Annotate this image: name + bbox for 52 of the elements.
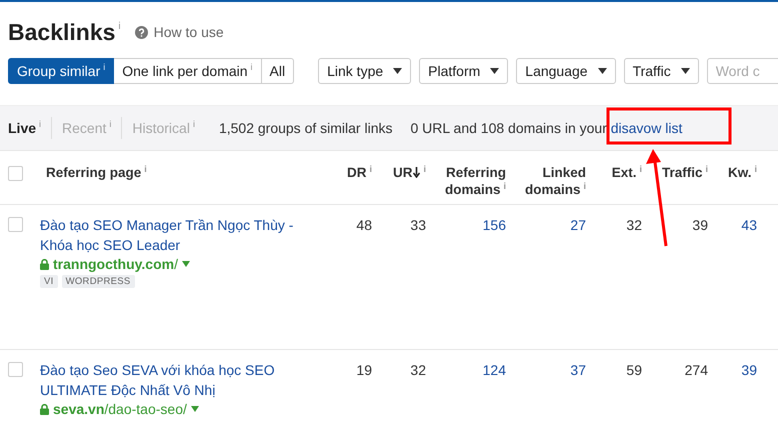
tag: WORDPRESS bbox=[62, 275, 135, 288]
filter-dropdown[interactable]: Link type bbox=[318, 58, 412, 84]
filter-dropdown[interactable]: Platform bbox=[419, 58, 508, 84]
number-link[interactable]: 37 bbox=[570, 362, 586, 378]
disavow-text: 0 URL and 108 domains in your disavow list bbox=[410, 120, 682, 136]
column-header[interactable]: UR $^{i}$ bbox=[392, 164, 426, 181]
page-link[interactable]: Đào tạo SEO Manager Trần Ngọc Thùy - Khóa học SEO Leader bbox=[40, 215, 310, 255]
checkbox[interactable] bbox=[8, 217, 23, 232]
caret-icon[interactable] bbox=[598, 68, 607, 74]
caret-icon[interactable] bbox=[393, 68, 402, 74]
column-header[interactable]: Ext. $^{i}$ bbox=[612, 164, 642, 181]
page-url[interactable]: seva.vn/dao-tao-seo/ bbox=[53, 401, 187, 417]
checkbox[interactable] bbox=[8, 362, 23, 377]
number-link[interactable]: 27 bbox=[570, 217, 586, 233]
number-text: 274 bbox=[684, 362, 708, 378]
how-to-use-link[interactable]: How to use bbox=[154, 24, 224, 40]
lock-icon bbox=[40, 404, 49, 414]
column-header[interactable]: Kw. $^{i}$ bbox=[728, 164, 757, 181]
column-header[interactable]: DR $^{i}$ bbox=[346, 164, 372, 181]
lock-icon bbox=[40, 258, 49, 270]
caret-icon[interactable] bbox=[680, 68, 690, 74]
number-link[interactable]: 124 bbox=[482, 362, 506, 378]
number-text: 39 bbox=[692, 217, 708, 233]
number-text: 19 bbox=[356, 362, 372, 378]
number-link[interactable]: 39 bbox=[741, 362, 757, 378]
search-field[interactable]: Word c bbox=[706, 58, 778, 84]
number-text: 48 bbox=[356, 217, 372, 233]
column-header[interactable]: Traffic $^{i}$ bbox=[662, 164, 708, 181]
grouping-button[interactable]: All bbox=[262, 58, 294, 84]
number-text: 33 bbox=[410, 217, 426, 233]
summary-text: 1,502 groups of similar links bbox=[218, 120, 392, 136]
page-url[interactable]: tranngocthuy.com/ bbox=[53, 256, 178, 272]
grouping-button[interactable]: One link per domain $^{i}$ bbox=[114, 58, 262, 84]
checkbox[interactable] bbox=[8, 166, 23, 181]
number-link[interactable]: 43 bbox=[741, 217, 757, 233]
help-icon[interactable] bbox=[134, 26, 148, 38]
number-text: 32 bbox=[410, 362, 426, 378]
tag: VI bbox=[40, 275, 58, 288]
page-title: Backlinks bbox=[8, 18, 116, 46]
number-text: 32 bbox=[626, 217, 642, 233]
filter-dropdown[interactable]: Traffic bbox=[624, 58, 699, 84]
column-header[interactable]: Linked domains $^{i}$ bbox=[512, 164, 586, 198]
number-text: 59 bbox=[626, 362, 642, 378]
column-header[interactable]: Referring page $^{i}$ bbox=[46, 164, 147, 181]
grouping-button[interactable]: Group similar $^{i}$ bbox=[8, 58, 114, 84]
caret-icon[interactable] bbox=[490, 68, 500, 74]
column-header[interactable]: Referring domains $^{i}$ bbox=[432, 164, 506, 198]
sort-arrow-icon[interactable] bbox=[413, 167, 420, 178]
page-link[interactable]: Đào tạo Seo SEVA với khóa học SEO ULTIMATE Độc Nhất Vô Nhị bbox=[40, 360, 310, 400]
filter-dropdown[interactable]: Language bbox=[516, 58, 616, 84]
mode-tab[interactable]: Live $^{i}$ bbox=[8, 120, 42, 136]
number-link[interactable]: 156 bbox=[482, 217, 506, 233]
